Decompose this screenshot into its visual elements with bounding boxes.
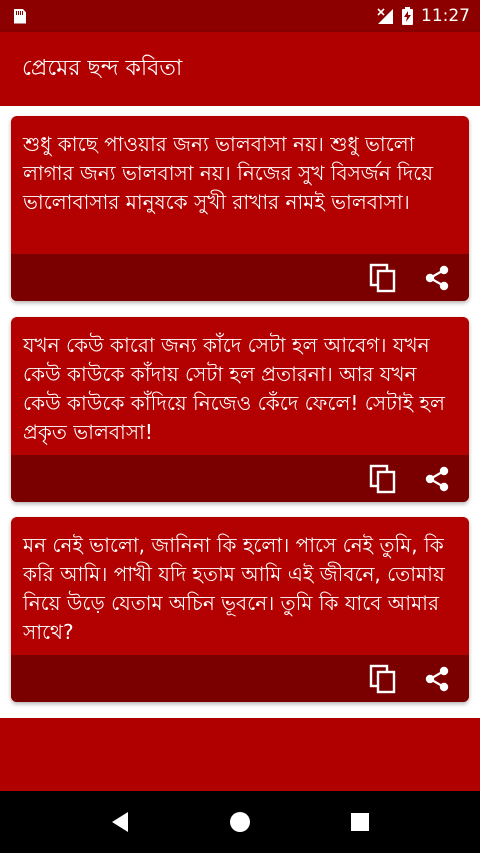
app-bar: প্রেমের ছন্দ কবিতা	[0, 32, 480, 106]
copy-icon[interactable]	[367, 463, 399, 495]
status-bar: 11:27	[0, 0, 480, 32]
back-icon[interactable]	[108, 810, 132, 834]
signal-icon	[376, 7, 394, 25]
status-icons: 11:27	[376, 6, 470, 26]
home-icon[interactable]	[228, 810, 252, 834]
card-actions	[11, 455, 469, 502]
share-icon[interactable]	[421, 262, 453, 294]
quote-card: যখন কেউ কারো জন্য কাঁদে সেটা হল আবেগ। যখ…	[11, 317, 469, 502]
quote-card: মন নেই ভালো, জানিনা কি হলো। পাসে নেই তুম…	[11, 517, 469, 702]
navigation-bar	[0, 791, 480, 853]
share-icon[interactable]	[421, 463, 453, 495]
app-title: প্রেমের ছন্দ কবিতা	[22, 55, 183, 81]
sd-card-icon	[14, 8, 26, 24]
quote-text: শুধু কাছে পাওয়ার জন্য ভালবাসা নয়। শুধু…	[23, 132, 434, 214]
quote-text: মন নেই ভালো, জানিনা কি হলো। পাসে নেই তুম…	[23, 533, 445, 644]
ad-banner-area	[0, 718, 480, 791]
quote-card: শুধু কাছে পাওয়ার জন্য ভালবাসা নয়। শুধু…	[11, 116, 469, 301]
card-actions	[11, 655, 469, 702]
battery-icon	[402, 7, 413, 25]
share-icon[interactable]	[421, 663, 453, 695]
quote-text: যখন কেউ কারো জন্য কাঁদে সেটা হল আবেগ। যখ…	[23, 333, 445, 444]
card-actions	[11, 254, 469, 301]
card-list[interactable]: শুধু কাছে পাওয়ার জন্য ভালবাসা নয়। শুধু…	[0, 106, 480, 718]
copy-icon[interactable]	[367, 262, 399, 294]
recents-icon[interactable]	[348, 810, 372, 834]
copy-icon[interactable]	[367, 663, 399, 695]
status-time: 11:27	[421, 6, 470, 26]
